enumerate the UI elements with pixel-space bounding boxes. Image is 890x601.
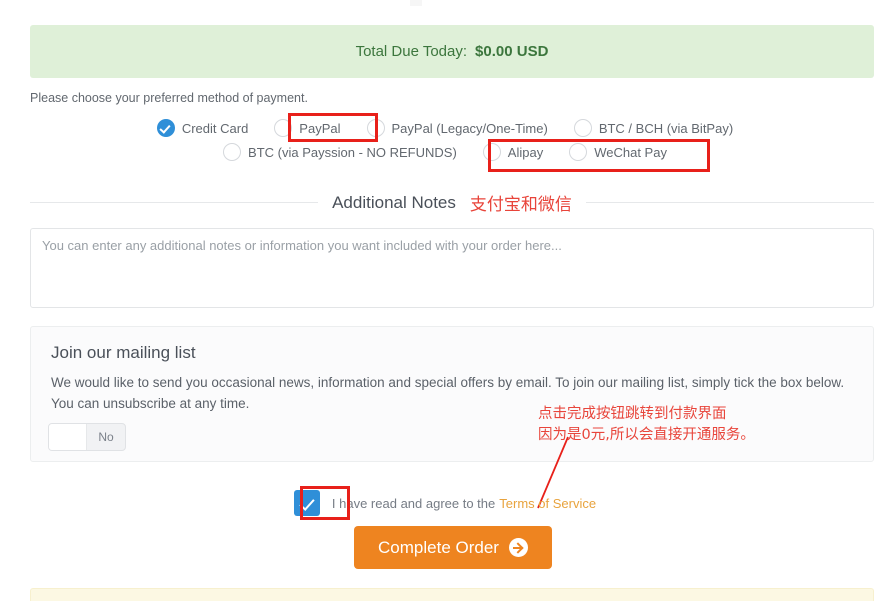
radio-checked-icon[interactable] xyxy=(156,119,175,137)
total-due-banner: Total Due Today: $0.00 USD xyxy=(30,25,874,78)
payment-option-bitpay[interactable]: BTC / BCH (via BitPay) xyxy=(573,119,734,137)
additional-notes-input[interactable] xyxy=(30,228,874,308)
terms-agreement-row: I have read and agree to the Terms of Se… xyxy=(0,490,890,516)
payment-option-label: WeChat Pay xyxy=(594,144,667,160)
terms-agreement-text: I have read and agree to the xyxy=(331,495,496,511)
payment-option-alipay[interactable]: Alipay xyxy=(482,143,544,161)
terms-checkbox[interactable] xyxy=(293,490,320,516)
payment-option-paypal-legacy[interactable]: PayPal (Legacy/One-Time) xyxy=(366,119,548,137)
chinese-annotation-line-1: 点击完成按钮跳转到付款界面 xyxy=(538,406,727,422)
divider-right xyxy=(585,202,874,203)
arrow-right-circle-icon xyxy=(508,538,528,557)
radio-icon[interactable] xyxy=(569,143,588,161)
mailing-list-heading: Join our mailing list xyxy=(51,343,196,362)
payment-option-label: BTC (via Payssion - NO REFUNDS) xyxy=(248,144,457,160)
mailing-list-toggle[interactable]: No xyxy=(48,423,126,451)
radio-icon[interactable] xyxy=(366,119,385,137)
complete-order-button[interactable]: Complete Order xyxy=(354,526,552,569)
payment-options-row-1: Credit Card PayPal PayPal (Legacy/One-Ti… xyxy=(0,119,890,137)
total-due-label: Total Due Today: xyxy=(355,43,468,60)
toggle-state-label: No xyxy=(98,430,114,444)
divider-left xyxy=(30,202,319,203)
chinese-annotation-line-2: 因为是0元,所以会直接开通服务。 xyxy=(538,427,755,444)
payment-option-wechat-pay[interactable]: WeChat Pay xyxy=(569,143,667,161)
payment-options-row-2: BTC (via Payssion - NO REFUNDS) Alipay W… xyxy=(0,143,890,161)
payment-option-label: Credit Card xyxy=(181,120,249,136)
checkout-page: Total Due Today: $0.00 USD Please choose… xyxy=(0,0,890,601)
payment-option-credit-card[interactable]: Credit Card xyxy=(156,119,249,137)
payment-option-label: PayPal (Legacy/One-Time) xyxy=(391,120,548,136)
payment-option-btc-payssion[interactable]: BTC (via Payssion - NO REFUNDS) xyxy=(223,143,457,161)
radio-icon[interactable] xyxy=(573,119,592,137)
chinese-annotation: 点击完成按钮跳转到付款界面 因为是0元,所以会直接开通服务。 xyxy=(538,404,755,446)
page-top-sliver xyxy=(410,0,422,6)
payment-method-prompt: Please choose your preferred method of p… xyxy=(30,91,308,105)
additional-notes-heading: Additional Notes 支付宝和微信 xyxy=(30,190,874,215)
payment-option-label: PayPal xyxy=(299,120,341,136)
bottom-notice-panel xyxy=(30,588,874,601)
total-due-amount: $0.00 USD xyxy=(475,43,549,60)
section-title: Additional Notes xyxy=(332,192,456,212)
section-title-annotation-cn: 支付宝和微信 xyxy=(469,195,572,215)
radio-icon[interactable] xyxy=(482,143,501,161)
complete-order-label: Complete Order xyxy=(378,537,499,557)
radio-icon[interactable] xyxy=(223,143,242,161)
payment-option-paypal[interactable]: PayPal xyxy=(274,119,341,137)
payment-option-label: BTC / BCH (via BitPay) xyxy=(598,120,734,136)
terms-of-service-link[interactable]: Terms of Service xyxy=(499,496,596,511)
toggle-knob[interactable] xyxy=(49,424,87,450)
payment-option-label: Alipay xyxy=(507,144,544,160)
radio-icon[interactable] xyxy=(274,119,293,137)
